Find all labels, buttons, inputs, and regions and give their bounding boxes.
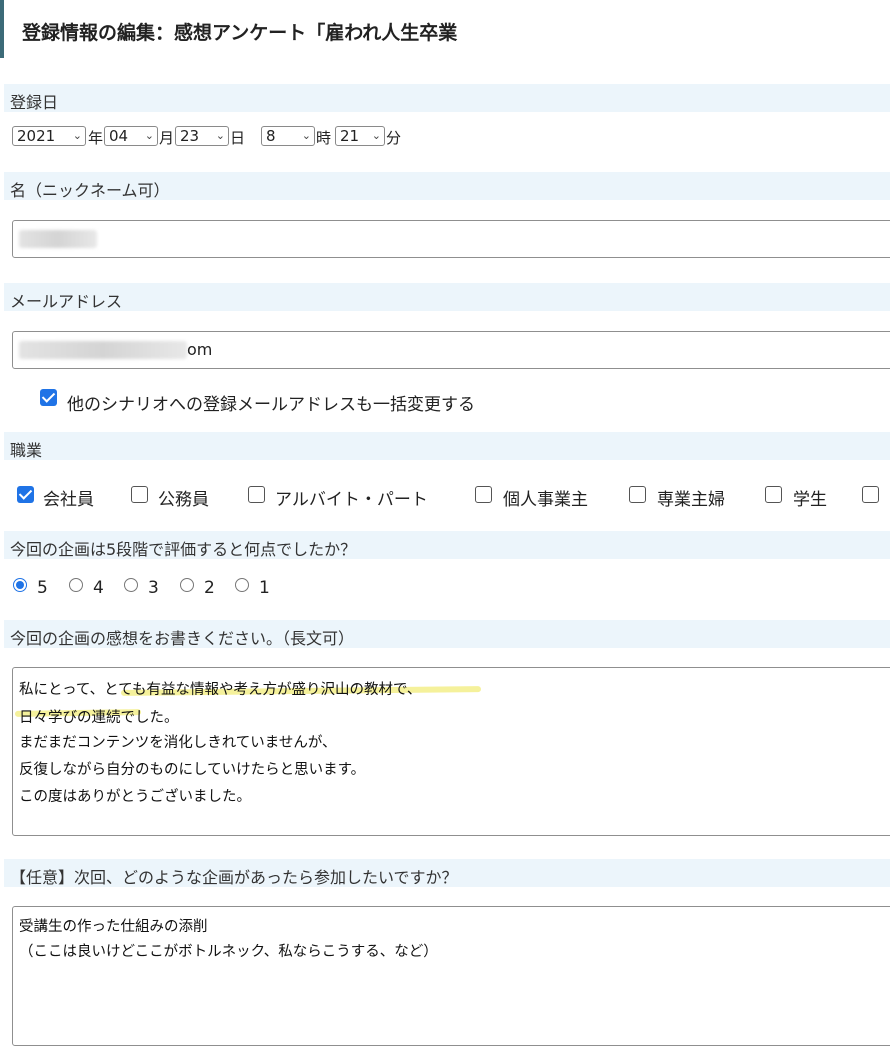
rating-option-2: 2 <box>204 578 215 598</box>
minute-select[interactable]: 21 ⌄ <box>335 126 385 146</box>
chevron-down-icon: ⌄ <box>371 129 381 142</box>
section-impression: 今回の企画の感想をお書きください。（長文可） <box>4 620 890 648</box>
redacted-name <box>19 230 97 248</box>
section-registration-date: 登録日 <box>4 84 890 112</box>
email-label: メールアドレス <box>10 292 123 311</box>
occupation-label-company-employee: 会社員 <box>43 490 94 510</box>
chevron-down-icon: ⌄ <box>72 129 82 142</box>
hour-select[interactable]: 8 ⌄ <box>261 126 315 146</box>
impression-line: 反復しながら自分のものにしていけたらと思います。 <box>19 762 366 778</box>
name-label: 名（ニックネーム可） <box>10 181 170 200</box>
registration-date-label: 登録日 <box>10 93 59 112</box>
name-input[interactable] <box>12 220 890 258</box>
month-unit: 月 <box>159 129 175 147</box>
next-plan-line: 受講生の作った仕組みの添削 <box>19 919 208 935</box>
section-occupation: 職業 <box>4 432 890 460</box>
impression-line: 日々学びの連続でした。 <box>19 710 179 726</box>
occupation-checkbox-public-servant[interactable] <box>131 486 148 503</box>
rating-radio-4[interactable] <box>69 578 83 592</box>
next-plan-label: 【任意】次回、どのような企画があったら参加したいですか？ <box>10 868 458 887</box>
occupation-checkbox-student[interactable] <box>765 486 782 503</box>
minute-unit: 分 <box>386 129 402 147</box>
rating-radio-5[interactable] <box>13 578 27 592</box>
occupation-checkbox-homemaker[interactable] <box>629 486 646 503</box>
day-select[interactable]: 23 ⌄ <box>175 126 229 146</box>
occupation-checkbox-company-employee[interactable] <box>17 486 34 503</box>
impression-label: 今回の企画の感想をお書きください。（長文可） <box>10 629 355 648</box>
occupation-label: 職業 <box>10 441 43 460</box>
impression-textarea[interactable]: 私にとって、とても有益な情報や考え方が盛り沢山の教材で、 日々学びの連続でした。… <box>12 667 890 836</box>
chevron-down-icon: ⌄ <box>215 129 225 142</box>
rating-radio-1[interactable] <box>235 578 249 592</box>
section-next-plan: 【任意】次回、どのような企画があったら参加したいですか？ <box>4 859 890 887</box>
impression-line: この度はありがとうございました。 <box>19 789 251 805</box>
occupation-checkbox-other[interactable] <box>862 486 879 503</box>
next-plan-textarea[interactable]: 受講生の作った仕組みの添削 （ここは良いけどここがボトルネック、私ならこうする、… <box>12 906 890 1046</box>
year-unit: 年 <box>88 129 104 147</box>
page-header: 登録情報の編集：感想アンケート「雇われ人生卒業 <box>0 0 890 58</box>
rating-label: 今回の企画は5段階で評価すると何点でしたか？ <box>10 540 357 559</box>
occupation-label-sole-proprietor: 個人事業主 <box>503 490 588 510</box>
month-select[interactable]: 04 ⌄ <box>104 126 158 146</box>
day-unit: 日 <box>230 129 246 147</box>
occupation-label-student: 学生 <box>793 490 827 510</box>
year-select[interactable]: 2021 ⌄ <box>12 126 86 146</box>
next-plan-line: （ここは良いけどここがボトルネック、私ならこうする、など） <box>19 944 438 960</box>
hour-unit: 時 <box>316 129 332 147</box>
impression-line: まだまだコンテンツを消化しきれていませんが、 <box>19 735 337 751</box>
section-name: 名（ニックネーム可） <box>4 172 890 200</box>
rating-option-3: 3 <box>148 578 159 598</box>
chevron-down-icon: ⌄ <box>301 129 311 142</box>
rating-option-1: 1 <box>259 578 270 598</box>
email-visible-suffix: om <box>187 340 213 359</box>
rating-radio-3[interactable] <box>124 578 138 592</box>
redacted-email <box>19 341 187 359</box>
occupation-label-public-servant: 公務員 <box>158 490 209 510</box>
email-input[interactable]: om <box>12 331 890 369</box>
occupation-checkbox-part-time[interactable] <box>248 486 265 503</box>
chevron-down-icon: ⌄ <box>144 129 154 142</box>
section-email: メールアドレス <box>4 283 890 311</box>
occupation-checkbox-sole-proprietor[interactable] <box>475 486 492 503</box>
occupation-label-part-time: アルバイト・パート <box>275 490 428 510</box>
bulk-change-email-label: 他のシナリオへの登録メールアドレスも一括変更する <box>67 395 475 415</box>
bulk-change-email-checkbox[interactable] <box>40 389 57 406</box>
impression-line: 私にとって、とても有益な情報や考え方が盛り沢山の教材で、 <box>19 682 422 698</box>
page-title: 登録情報の編集：感想アンケート「雇われ人生卒業 <box>22 22 458 44</box>
rating-radio-2[interactable] <box>180 578 194 592</box>
section-rating: 今回の企画は5段階で評価すると何点でしたか？ <box>4 531 890 559</box>
rating-option-5: 5 <box>37 578 48 598</box>
occupation-label-homemaker: 専業主婦 <box>657 490 725 510</box>
rating-option-4: 4 <box>93 578 104 598</box>
